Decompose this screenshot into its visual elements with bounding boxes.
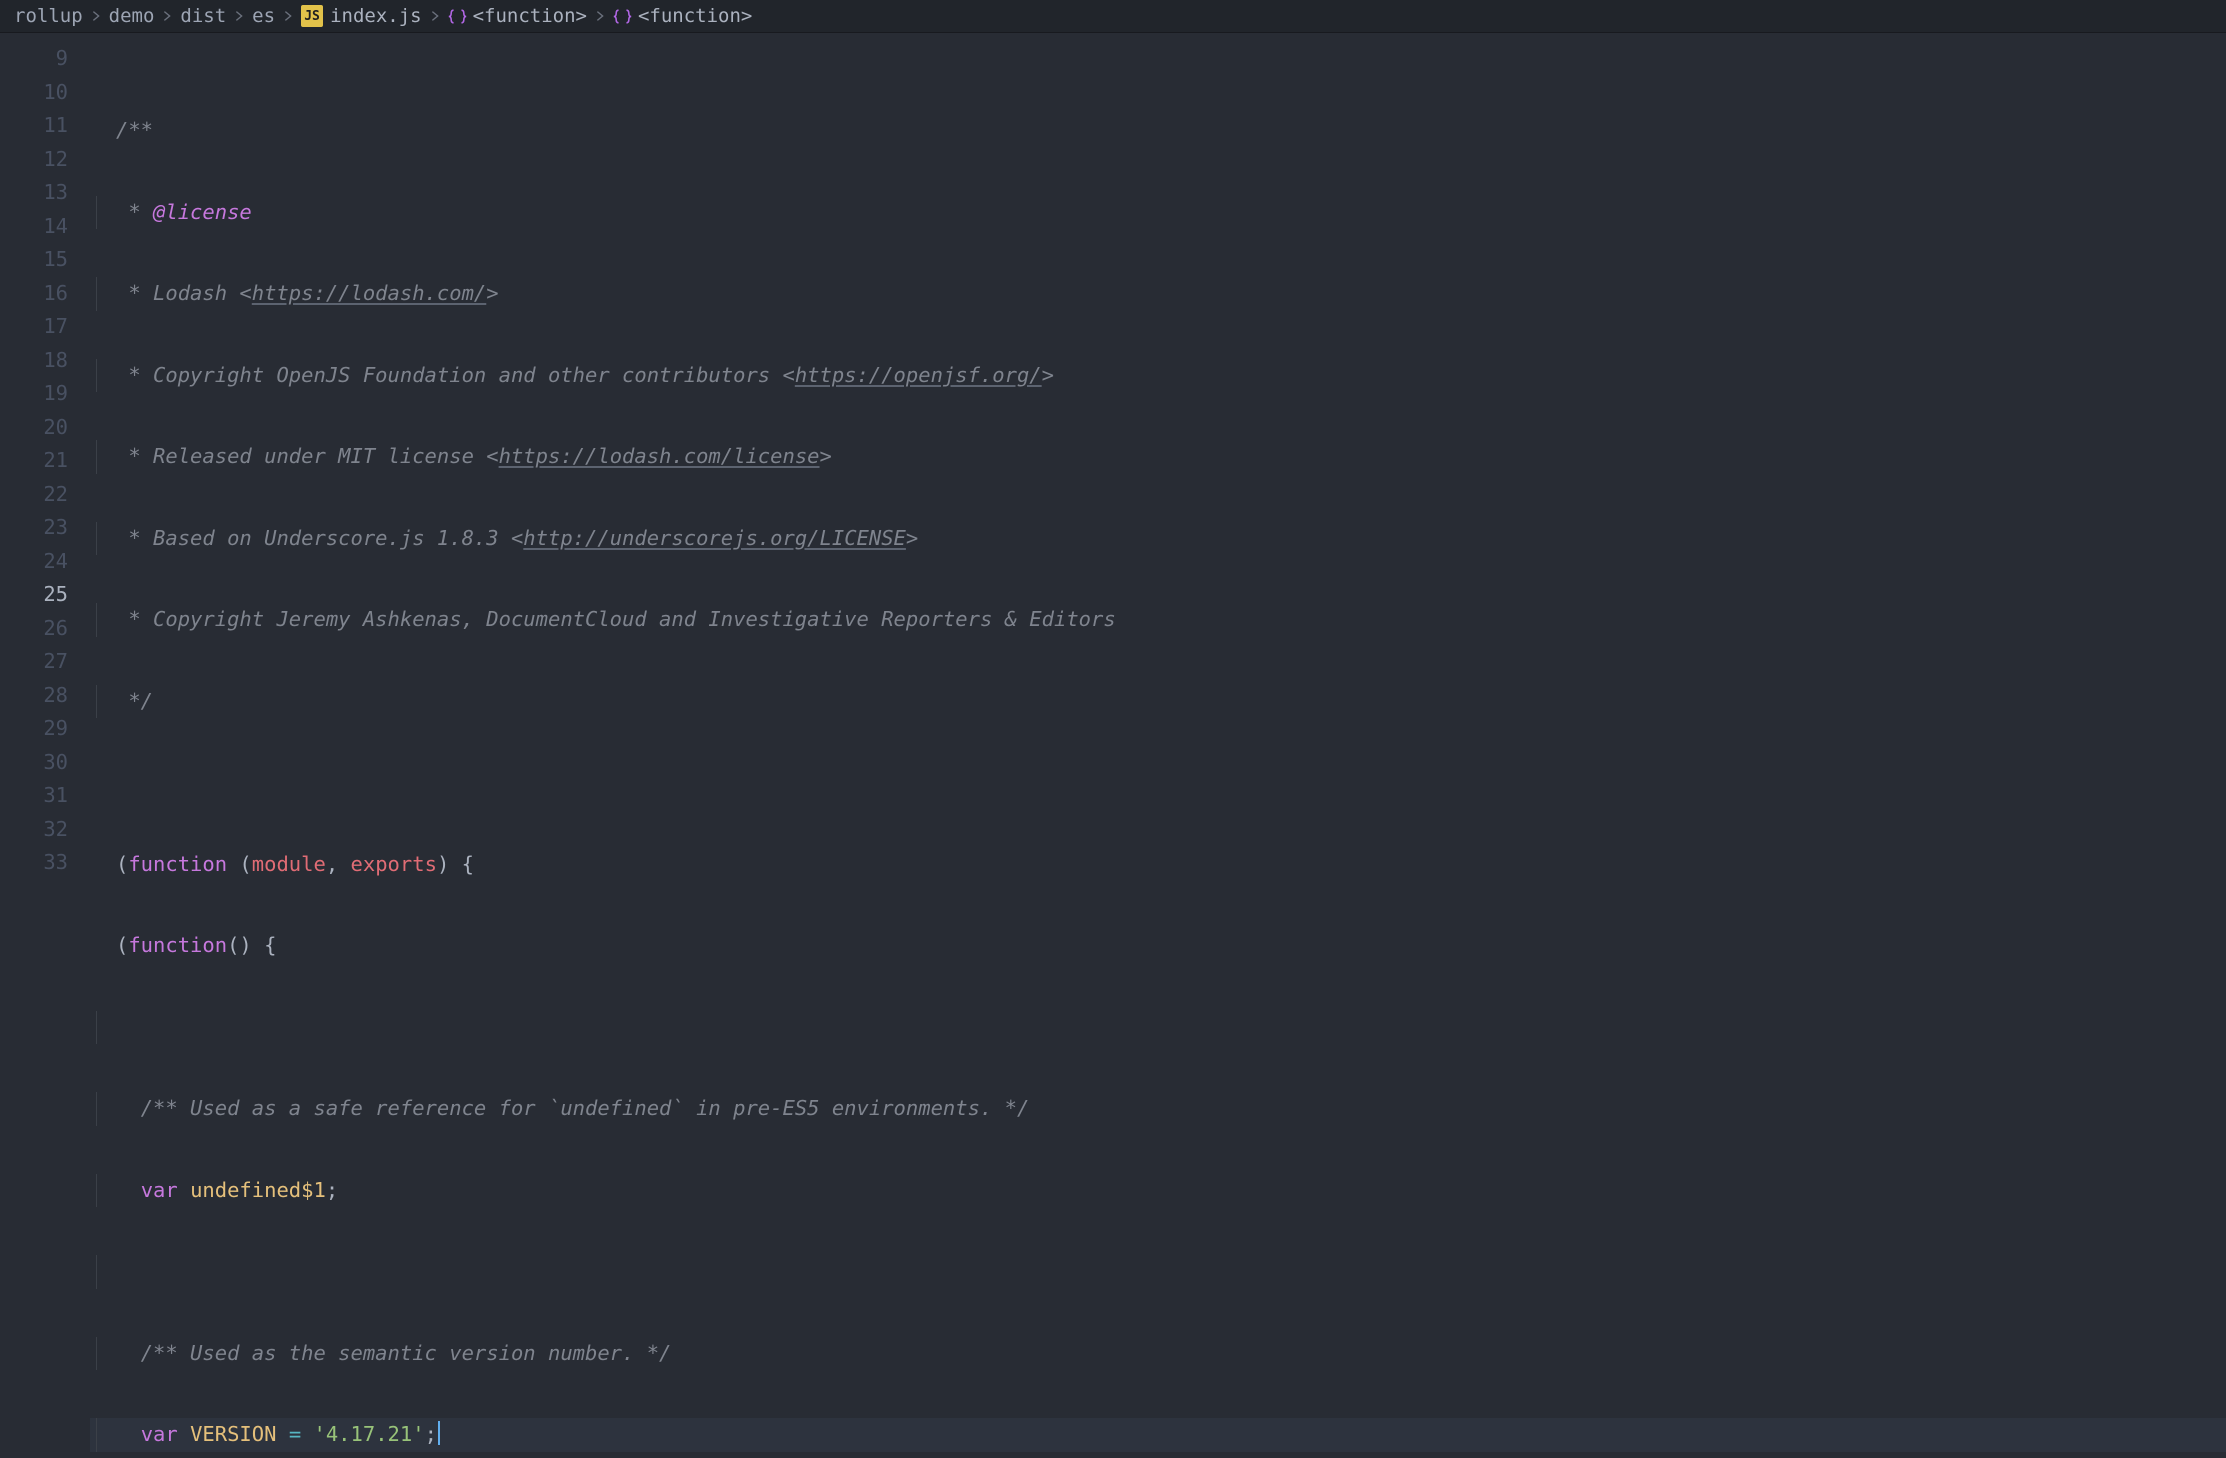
line-number[interactable]: 25 bbox=[0, 578, 90, 612]
line-number[interactable]: 18 bbox=[0, 344, 90, 378]
breadcrumb-item[interactable]: demo bbox=[109, 5, 155, 27]
code-line[interactable] bbox=[90, 1011, 2226, 1045]
code-line[interactable]: * @license bbox=[90, 196, 2226, 230]
function-icon bbox=[448, 7, 467, 26]
code-line[interactable]: * Based on Underscore.js 1.8.3 <http://u… bbox=[90, 522, 2226, 556]
line-number[interactable]: 19 bbox=[0, 377, 90, 411]
line-number[interactable]: 21 bbox=[0, 444, 90, 478]
line-number[interactable]: 29 bbox=[0, 712, 90, 746]
line-number[interactable]: 31 bbox=[0, 779, 90, 813]
chevron-right-icon bbox=[593, 9, 607, 23]
breadcrumb-item[interactable]: es bbox=[252, 5, 275, 27]
code-line[interactable]: * Copyright OpenJS Foundation and other … bbox=[90, 359, 2226, 393]
line-number[interactable]: 12 bbox=[0, 143, 90, 177]
line-number-gutter[interactable]: 9101112131415161718192021222324252627282… bbox=[0, 33, 90, 1458]
code-content[interactable]: /** * @license * Lodash <https://lodash.… bbox=[90, 33, 2226, 1458]
line-number[interactable]: 14 bbox=[0, 210, 90, 244]
line-number[interactable]: 32 bbox=[0, 813, 90, 847]
code-line[interactable]: /** Used as a safe reference for `undefi… bbox=[90, 1092, 2226, 1126]
code-line[interactable]: var VERSION = '4.17.21'; bbox=[90, 1418, 2226, 1452]
line-number[interactable]: 28 bbox=[0, 679, 90, 713]
code-line[interactable]: * Copyright Jeremy Ashkenas, DocumentClo… bbox=[90, 603, 2226, 637]
code-line[interactable]: /** bbox=[90, 114, 2226, 148]
chevron-right-icon bbox=[89, 9, 103, 23]
line-number[interactable]: 30 bbox=[0, 746, 90, 780]
line-number[interactable]: 20 bbox=[0, 411, 90, 445]
line-number[interactable]: 11 bbox=[0, 109, 90, 143]
code-line[interactable]: */ bbox=[90, 685, 2226, 719]
line-number[interactable]: 23 bbox=[0, 511, 90, 545]
chevron-right-icon bbox=[232, 9, 246, 23]
line-number[interactable]: 16 bbox=[0, 277, 90, 311]
line-number[interactable]: 33 bbox=[0, 846, 90, 880]
chevron-right-icon bbox=[160, 9, 174, 23]
line-number[interactable]: 10 bbox=[0, 76, 90, 110]
breadcrumb-item-symbol[interactable]: <function> bbox=[448, 5, 587, 27]
breadcrumb-item[interactable]: rollup bbox=[14, 5, 83, 27]
line-number[interactable]: 13 bbox=[0, 176, 90, 210]
breadcrumb-item-file[interactable]: JS index.js bbox=[301, 5, 422, 27]
code-line[interactable]: * Released under MIT license <https://lo… bbox=[90, 440, 2226, 474]
code-line[interactable]: var undefined$1; bbox=[90, 1174, 2226, 1208]
line-number[interactable]: 27 bbox=[0, 645, 90, 679]
code-line[interactable]: * Lodash <https://lodash.com/> bbox=[90, 277, 2226, 311]
code-line[interactable] bbox=[90, 1255, 2226, 1289]
function-icon bbox=[613, 7, 632, 26]
editor: rollup demo dist es JS index.js <functio… bbox=[0, 0, 2226, 1458]
line-number[interactable]: 22 bbox=[0, 478, 90, 512]
code-line[interactable]: (function (module, exports) { bbox=[90, 848, 2226, 882]
text-cursor bbox=[438, 1421, 440, 1445]
code-area[interactable]: 9101112131415161718192021222324252627282… bbox=[0, 33, 2226, 1458]
line-number[interactable]: 17 bbox=[0, 310, 90, 344]
breadcrumb-item-symbol[interactable]: <function> bbox=[613, 5, 752, 27]
chevron-right-icon bbox=[281, 9, 295, 23]
code-line[interactable]: (function() { bbox=[90, 929, 2226, 963]
breadcrumb-item[interactable]: dist bbox=[180, 5, 226, 27]
breadcrumb[interactable]: rollup demo dist es JS index.js <functio… bbox=[0, 0, 2226, 33]
line-number[interactable]: 26 bbox=[0, 612, 90, 646]
code-line[interactable]: /** Used as the semantic version number.… bbox=[90, 1337, 2226, 1371]
js-file-icon: JS bbox=[301, 5, 323, 27]
line-number[interactable]: 24 bbox=[0, 545, 90, 579]
line-number[interactable]: 9 bbox=[0, 42, 90, 76]
line-number[interactable]: 15 bbox=[0, 243, 90, 277]
chevron-right-icon bbox=[428, 9, 442, 23]
code-line[interactable] bbox=[90, 766, 2226, 800]
